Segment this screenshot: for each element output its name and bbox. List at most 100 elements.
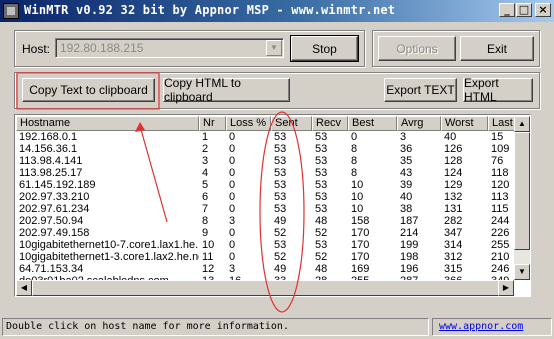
title-bar: WinMTR v0.92 32 bit by Appnor MSP - www.… — [0, 0, 554, 22]
table-cell: 226 — [491, 227, 510, 239]
dropdown-arrow-icon[interactable]: ▼ — [266, 40, 282, 56]
host-input[interactable]: 192.80.188.215 — [60, 41, 143, 55]
export-text-button[interactable]: Export TEXT — [384, 78, 457, 102]
table-cell: 210 — [491, 251, 510, 263]
table-cell: 49 — [274, 215, 287, 227]
status-message: Double click on host name for more infor… — [2, 318, 429, 336]
close-button[interactable]: × — [535, 3, 551, 17]
table-cell: 170 — [351, 227, 370, 239]
table-cell: 53 — [274, 191, 287, 203]
table-cell: 8 — [351, 167, 358, 179]
vertical-scrollbar[interactable]: ▲ ▼ — [514, 116, 530, 280]
table-cell: 8 — [202, 215, 209, 227]
table-cell: 0 — [351, 131, 358, 143]
table-cell: 76 — [491, 155, 504, 167]
maximize-button[interactable]: □ — [516, 3, 532, 17]
vertical-scroll-thumb[interactable] — [514, 132, 530, 250]
table-cell: 39 — [400, 179, 413, 191]
table-row[interactable]: 14.156.36.1 2 0 53 53 8 36 126 109 — [16, 143, 514, 155]
column-header[interactable]: Worst — [441, 116, 488, 131]
table-cell: 0 — [229, 155, 236, 167]
table-cell: 0 — [229, 143, 236, 155]
minimize-button[interactable]: _ — [499, 3, 515, 17]
table-row[interactable]: 10gigabitethernet10-7.core1.lax1.he.... 1… — [16, 239, 514, 251]
scroll-left-icon[interactable]: ◀ — [16, 280, 32, 296]
table-cell: 15 — [491, 131, 504, 143]
column-header[interactable]: Avrg — [397, 116, 441, 131]
column-header[interactable]: Recv — [312, 116, 348, 131]
table-cell: 131 — [444, 203, 463, 215]
table-cell: 7 — [202, 203, 209, 215]
table-cell: 126 — [444, 143, 463, 155]
table-cell: 3 — [400, 131, 407, 143]
table-cell: 53 — [274, 143, 287, 155]
table-cell: 53 — [315, 191, 328, 203]
hostname-cell: 14.156.36.1 — [19, 143, 78, 155]
table-cell: 53 — [274, 203, 287, 215]
options-button[interactable]: Options — [378, 36, 456, 61]
table-header: Hostname Nr Loss % Sent Recv Best Avrg Worst Las… — [16, 116, 530, 131]
column-header[interactable]: Best — [348, 116, 397, 131]
table-cell: 8 — [351, 143, 358, 155]
table-cell: 124 — [444, 167, 463, 179]
table-cell: 11 — [202, 251, 214, 263]
column-header[interactable]: Nr — [199, 116, 226, 131]
horizontal-scroll-thumb[interactable] — [32, 280, 502, 296]
table-row[interactable]: 10gigabitethernet1-3.core1.lax2.he.net 11… — [16, 251, 514, 263]
table-cell: 3 — [229, 215, 236, 227]
stop-button[interactable]: Stop — [290, 35, 359, 62]
table-cell: 0 — [229, 167, 236, 179]
table-cell: 214 — [400, 227, 419, 239]
scroll-up-icon[interactable]: ▲ — [514, 116, 530, 132]
table-cell: 314 — [444, 239, 463, 251]
hostname-cell: 10gigabitethernet1-3.core1.lax2.he.net — [19, 251, 199, 263]
table-cell: 53 — [315, 179, 328, 191]
table-cell: 118 — [491, 167, 509, 179]
table-row[interactable]: 113.98.25.17 4 0 53 53 8 43 124 118 — [16, 167, 514, 179]
hostname-cell: 192.168.0.1 — [19, 131, 78, 143]
results-table[interactable]: Hostname Nr Loss % Sent Recv Best Avrg Worst Las… — [14, 114, 531, 297]
table-row[interactable]: 61.145.192.189 5 0 53 53 10 39 129 120 — [16, 179, 514, 191]
table-row[interactable]: 192.168.0.1 1 0 53 53 0 3 40 15 — [16, 131, 514, 143]
table-cell: 10 — [202, 239, 215, 251]
table-cell: 53 — [274, 239, 287, 251]
table-cell: 53 — [315, 143, 328, 155]
scroll-right-icon[interactable]: ▶ — [498, 280, 514, 296]
table-cell: 187 — [400, 215, 419, 227]
table-row[interactable]: 202.97.50.94 8 3 49 48 158 187 282 244 — [16, 215, 514, 227]
hostname-cell: 113.98.25.17 — [19, 167, 83, 179]
table-cell: 2 — [202, 143, 209, 155]
app-icon[interactable] — [3, 3, 19, 19]
column-header[interactable]: Hostname — [16, 116, 199, 131]
table-cell: 246 — [491, 263, 510, 275]
table-cell: 53 — [274, 131, 287, 143]
table-cell: 52 — [315, 227, 328, 239]
table-cell: 0 — [229, 239, 236, 251]
table-cell: 53 — [274, 167, 287, 179]
scroll-down-icon[interactable]: ▼ — [514, 264, 530, 280]
hostname-cell: 64.71.153.34 — [19, 263, 84, 275]
table-cell: 115 — [491, 203, 509, 215]
column-header[interactable]: Loss % — [226, 116, 271, 131]
table-cell: 109 — [491, 143, 510, 155]
table-cell: 0 — [229, 251, 236, 263]
table-cell: 49 — [274, 263, 287, 275]
host-label: Host: — [22, 42, 51, 56]
table-cell: 10 — [351, 203, 364, 215]
copy-html-button[interactable]: Copy HTML to clipboard — [163, 76, 290, 104]
table-body[interactable]: 192.168.0.1 1 0 53 53 0 3 40 15 14.156.36.1 2 0 53 53… — [16, 131, 514, 281]
copy-text-button[interactable]: Copy Text to clipboard — [22, 78, 155, 102]
table-row[interactable]: 113.98.4.141 3 0 53 53 8 35 128 76 — [16, 155, 514, 167]
host-combobox[interactable]: 192.80.188.215 ▼ — [55, 38, 284, 58]
table-row[interactable]: 64.71.153.34 12 3 49 48 169 196 315 246 — [16, 263, 514, 275]
table-cell: 196 — [400, 263, 419, 275]
table-row[interactable]: 202.97.49.158 9 0 52 52 170 214 347 226 — [16, 227, 514, 239]
table-row[interactable]: 202.97.33.210 6 0 53 53 10 40 132 113 — [16, 191, 514, 203]
table-cell: 0 — [229, 191, 236, 203]
export-html-button[interactable]: Export HTML — [463, 76, 533, 104]
exit-button[interactable]: Exit — [460, 36, 534, 61]
appnor-link[interactable]: www.appnor.com — [432, 318, 552, 336]
column-header[interactable]: Sent — [271, 116, 312, 131]
horizontal-scrollbar[interactable]: ◀ ▶ — [16, 280, 514, 296]
table-row[interactable]: 202.97.61.234 7 0 53 53 10 38 131 115 — [16, 203, 514, 215]
